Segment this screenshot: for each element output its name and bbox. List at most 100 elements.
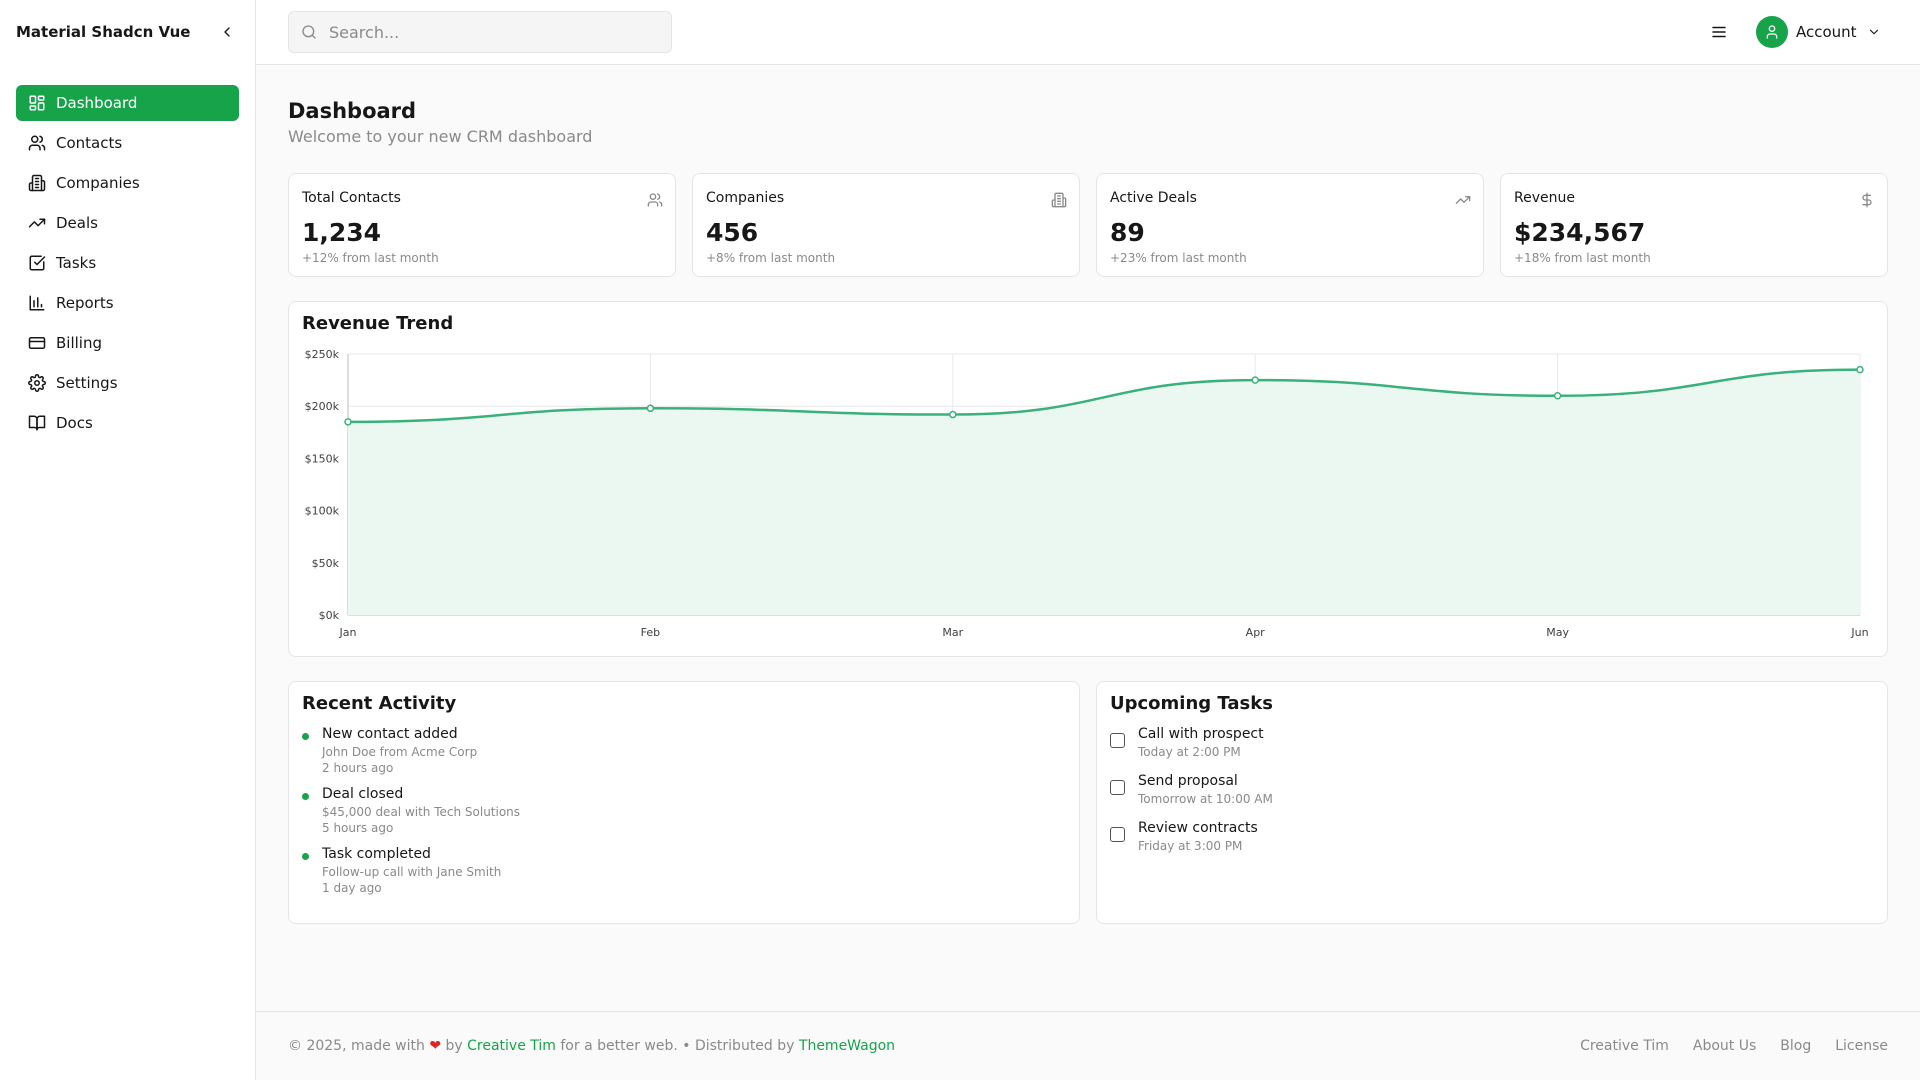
sidebar-item-contacts[interactable]: Contacts [16, 125, 239, 161]
book-icon [28, 415, 46, 431]
sidebar-item-label: Contacts [56, 134, 123, 152]
footer-by: by [445, 1038, 463, 1054]
activity-title: Task completed [322, 846, 431, 862]
revenue-data-point [949, 410, 957, 419]
activity-title: New contact added [322, 726, 458, 742]
stat-label: Active Deals [1110, 190, 1197, 206]
sidebar-item-billing[interactable]: Billing [16, 325, 239, 361]
main-content: Dashboard Welcome to your new CRM dashbo… [256, 65, 1920, 1010]
avatar [1756, 16, 1788, 48]
sidebar-item-label: Docs [56, 414, 93, 432]
dashboard-icon [29, 95, 45, 111]
sidebar-item-tasks[interactable]: Tasks [16, 245, 239, 281]
task-time: Today at 2:00 PM [1138, 745, 1241, 759]
task-checkbox[interactable] [1110, 827, 1125, 842]
user-icon [1766, 25, 1778, 39]
sidebar-item-companies[interactable]: Companies [16, 165, 239, 201]
list-item: Send proposal Tomorrow at 10:00 AM [1110, 773, 1874, 806]
sidebar: Material Shadcn Vue Dashboard Contacts C… [0, 0, 256, 1080]
x-tick-label: Mar [942, 626, 963, 639]
building-icon [1051, 192, 1067, 208]
dollar-icon [1862, 192, 1872, 208]
menu-button[interactable] [1707, 20, 1731, 44]
top-header: Account [256, 0, 1920, 65]
revenue-data-point [344, 418, 352, 426]
x-tick-label: Apr [1246, 626, 1266, 639]
x-tick-label: Feb [641, 626, 660, 639]
stat-value: $234,567 [1514, 218, 1646, 247]
activity-title: Deal closed [322, 786, 404, 802]
recent-activity-title: Recent Activity [302, 693, 457, 714]
y-tick-label: $0k [319, 609, 340, 622]
account-menu-button[interactable]: Account [1756, 16, 1881, 48]
task-title: Send proposal [1138, 773, 1238, 789]
sidebar-item-dashboard[interactable]: Dashboard [16, 85, 239, 121]
bottom-row: Recent Activity New contact added John D… [288, 681, 1888, 924]
task-time: Friday at 3:00 PM [1138, 839, 1243, 853]
revenue-trend-chart: $0k $50k $100k $150k $200k $250k Jan Feb Mar Apr M… [305, 348, 1869, 639]
y-tick-label: $200k [305, 400, 340, 413]
brand-name: Material Shadcn Vue [16, 23, 191, 41]
activity-desc: John Doe from Acme Corp [322, 745, 478, 759]
recent-activity-panel: Recent Activity New contact added John D… [288, 681, 1080, 924]
y-tick-label: $150k [305, 452, 340, 465]
task-checkbox[interactable] [1110, 733, 1125, 748]
sidebar-item-label: Deals [56, 214, 98, 232]
sidebar-item-deals[interactable]: Deals [16, 205, 239, 241]
credit-card-icon [28, 337, 46, 349]
sidebar-item-label: Billing [56, 334, 102, 352]
task-title: Call with prospect [1138, 726, 1264, 742]
y-tick-label: $100k [305, 505, 340, 518]
page-subtitle: Welcome to your new CRM dashboard [288, 127, 593, 146]
footer-link-about-us[interactable]: About Us [1693, 1038, 1756, 1054]
search-box[interactable] [288, 11, 672, 53]
sidebar-nav: Dashboard Contacts Companies Deals Tasks… [0, 64, 255, 441]
stat-card-contacts: Total Contacts 1,234 +12% from last mont… [288, 173, 676, 277]
activity-time: 2 hours ago [322, 761, 394, 775]
stat-label: Companies [706, 190, 785, 206]
footer: © 2025, made with ❤ by Creative Tim for … [256, 1011, 1920, 1080]
list-item: Task completed Follow-up call with Jane … [302, 846, 1066, 895]
activity-dot [302, 793, 309, 800]
revenue-data-point [1856, 365, 1864, 374]
stat-card-revenue: Revenue $234,567 +18% from last month [1500, 173, 1888, 277]
footer-prefix: © 2025, made with [288, 1038, 425, 1054]
stat-card-deals: Active Deals 89 +23% from last month [1096, 173, 1484, 277]
activity-list: New contact added John Doe from Acme Cor… [302, 726, 1066, 895]
chevron-left-icon [224, 27, 230, 37]
x-tick-label: May [1546, 626, 1569, 639]
trending-up-icon [1455, 196, 1471, 204]
task-time: Tomorrow at 10:00 AM [1138, 792, 1273, 806]
building-icon [28, 174, 46, 192]
stat-label: Total Contacts [302, 190, 401, 206]
stat-card-companies: Companies 456 +8% from last month [692, 173, 1080, 277]
x-tick-label: Jan [339, 626, 357, 639]
stat-value: 456 [706, 218, 759, 247]
activity-dot [302, 853, 309, 860]
activity-dot [302, 733, 309, 740]
sidebar-item-docs[interactable]: Docs [16, 405, 239, 441]
account-label: Account [1796, 23, 1857, 41]
sidebar-item-reports[interactable]: Reports [16, 285, 239, 321]
activity-time: 1 day ago [322, 881, 382, 895]
footer-credit: © 2025, made with ❤ by Creative Tim for … [288, 1038, 895, 1054]
sidebar-item-settings[interactable]: Settings [16, 365, 239, 401]
footer-distributor-link[interactable]: ThemeWagon [799, 1038, 895, 1054]
footer-link-blog[interactable]: Blog [1780, 1038, 1811, 1054]
stat-change: +18% from last month [1514, 251, 1651, 265]
task-list: Call with prospect Today at 2:00 PM Send… [1110, 726, 1874, 853]
footer-link-license[interactable]: License [1835, 1038, 1888, 1054]
revenue-data-point [1251, 376, 1259, 384]
sidebar-item-label: Companies [56, 174, 140, 192]
footer-author-link[interactable]: Creative Tim [467, 1038, 556, 1054]
task-checkbox[interactable] [1110, 780, 1125, 795]
y-tick-label: $50k [312, 557, 340, 570]
collapse-sidebar-button[interactable] [215, 20, 239, 44]
heart-icon: ❤ [429, 1038, 442, 1054]
footer-link-creative-tim[interactable]: Creative Tim [1580, 1038, 1669, 1054]
activity-desc: Follow-up call with Jane Smith [322, 865, 502, 879]
search-input[interactable] [329, 22, 659, 42]
y-tick-label: $250k [305, 348, 340, 361]
stat-value: 89 [1110, 218, 1145, 247]
stat-value: 1,234 [302, 218, 382, 247]
